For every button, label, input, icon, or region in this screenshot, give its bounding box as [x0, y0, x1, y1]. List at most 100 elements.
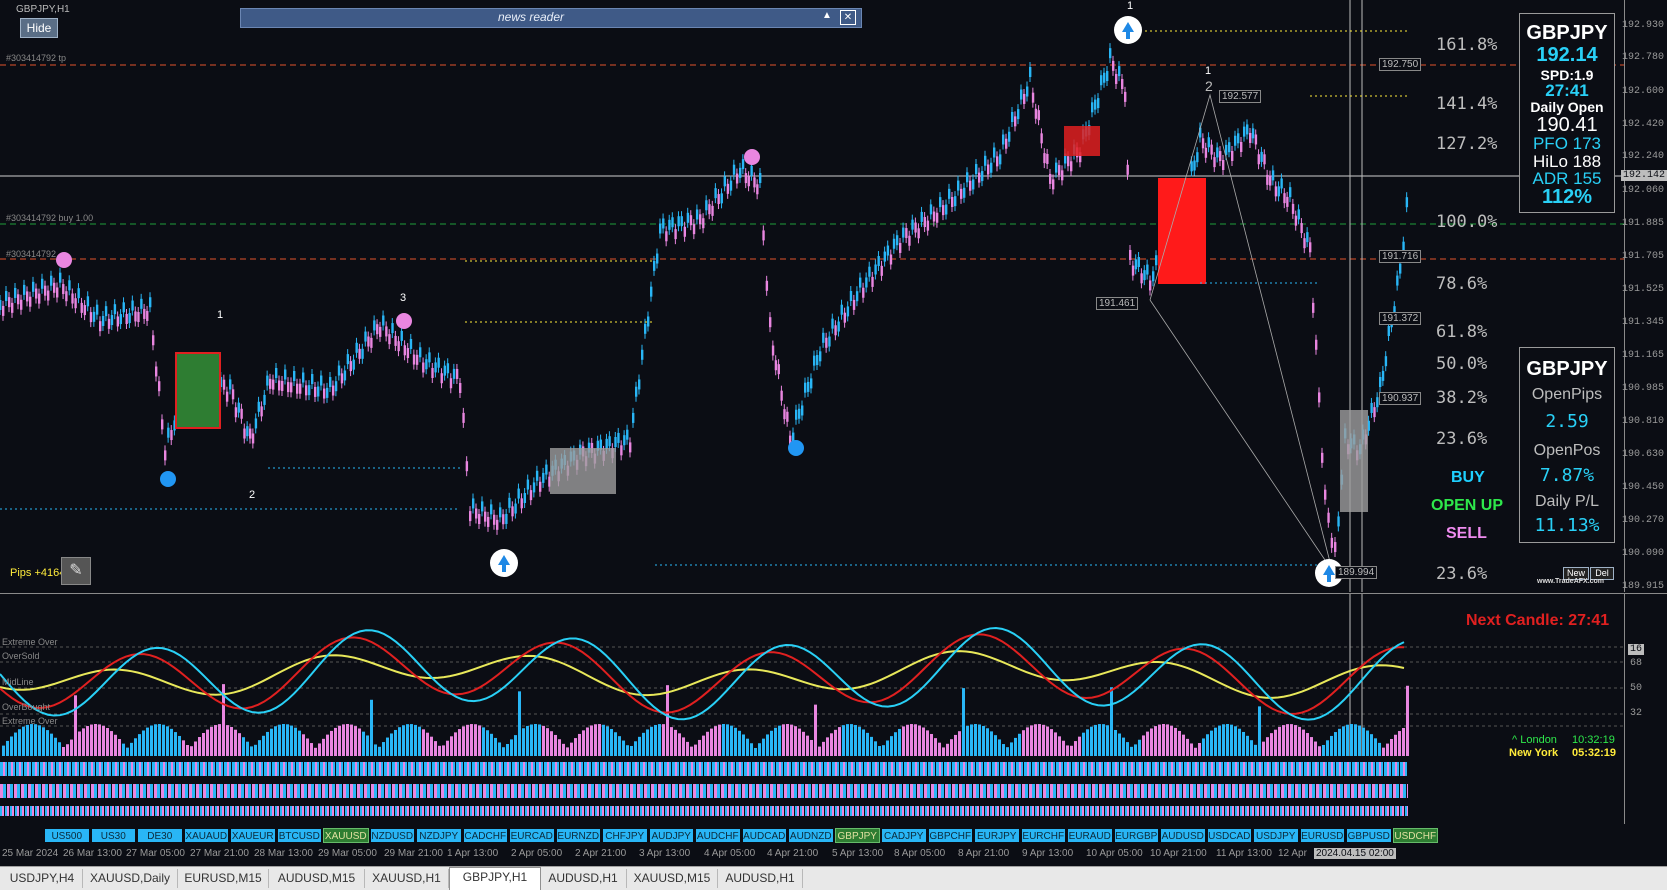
price-axis-label: 190.985 [1621, 383, 1664, 394]
chart-tab[interactable]: GBPJPY,H1 [449, 867, 541, 890]
close-icon[interactable]: ✕ [840, 10, 856, 25]
price-tag: 192.750 [1379, 58, 1422, 71]
symbol-button-euraud[interactable]: EURAUD [1067, 828, 1113, 843]
pos-open-pos-label: OpenPos [1533, 442, 1601, 459]
strength-bar [0, 806, 1408, 816]
price-axis[interactable]: 192.930 192.780 192.600 192.420 192.240 … [1620, 0, 1667, 592]
chart-tabs: USDJPY,H4 XAUUSD,Daily EURUSD,M15 AUDUSD,M1… [0, 866, 1667, 890]
news-reader-bar[interactable]: news reader ▲ ✕ [240, 8, 862, 28]
symbol-button-xauaud[interactable]: XAUAUD [183, 828, 229, 843]
time-label: 25 Mar 2024 [2, 848, 59, 859]
price-axis-label: 191.165 [1621, 350, 1664, 361]
price-tag: 191.372 [1379, 312, 1422, 325]
pos-open-pips-label: OpenPips [1531, 386, 1603, 403]
time-cursor-label: 2024.04.15 02:00 [1314, 848, 1396, 859]
extreme-over2-label: Extreme Over [2, 716, 58, 726]
info-price: 192.14 [1536, 44, 1598, 66]
chart-tab[interactable]: XAUUSD,Daily [83, 869, 178, 888]
symbol-button-xaueur[interactable]: XAUEUR [230, 828, 276, 843]
time-label: 4 Apr 21:00 [767, 848, 819, 859]
fib-level: 50.0% [1436, 354, 1488, 374]
fib-level: 23.6% [1436, 564, 1488, 584]
london-time: 10:32:19 [1572, 734, 1615, 746]
symbol-button-audcad[interactable]: AUDCAD [741, 828, 787, 843]
wave-label: 1 [1127, 0, 1134, 12]
symbol-button-chfjpy[interactable]: CHFJPY [602, 828, 648, 843]
hide-button[interactable]: Hide [20, 18, 58, 38]
symbol-button-gbpusd[interactable]: GBPUSD [1346, 828, 1392, 843]
chart-tab[interactable]: EURUSD,M15 [178, 869, 269, 888]
symbol-switcher: US500 US30 DE30 XAUAUD XAUEUR BTCUSD XAUUSD NZD… [0, 828, 1624, 845]
time-label: 3 Apr 13:00 [639, 848, 691, 859]
symbol-button-audchf[interactable]: AUDCHF [695, 828, 741, 843]
chart-tab[interactable]: XAUUSD,M15 [627, 869, 718, 888]
time-label: 2 Apr 21:00 [575, 848, 627, 859]
price-axis-label: 191.885 [1621, 218, 1664, 229]
pos-daily-pl: 11.13% [1534, 515, 1600, 536]
wave-label: 3 [400, 292, 407, 304]
price-axis-label: 190.810 [1621, 416, 1664, 427]
link-icon[interactable]: ✎ [61, 557, 91, 585]
symbol-button-gbpchf[interactable]: GBPCHF [927, 828, 973, 843]
chart-tab[interactable]: AUDUSD,M15 [269, 869, 365, 888]
fib-level: 78.6% [1436, 274, 1488, 294]
symbol-button-us30[interactable]: US30 [90, 828, 136, 843]
fib-level: 23.6% [1436, 429, 1488, 449]
signal-open-up: OPEN UP [1431, 497, 1504, 514]
symbol-button-btcusd[interactable]: BTCUSD [276, 828, 322, 843]
main-chart[interactable]: #303414792 tp #303414792 buy 1.00 #30341… [0, 0, 1624, 592]
symbol-button-eurcad[interactable]: EURCAD [509, 828, 555, 843]
symbol-button-cadchf[interactable]: CADCHF [462, 828, 508, 843]
time-label: 5 Apr 13:00 [832, 848, 884, 859]
fib-level: 38.2% [1436, 388, 1488, 408]
symbol-button-nzdusd[interactable]: NZDUSD [369, 828, 415, 843]
wave-label: 2 [1205, 78, 1213, 94]
symbol-button-audjpy[interactable]: AUDJPY [648, 828, 694, 843]
strength-bars-panel [0, 756, 1624, 824]
time-label: 12 Apr [1278, 848, 1307, 859]
symbol-button-audusd[interactable]: AUDUSD [1160, 828, 1206, 843]
pos-open-pos: 7.87% [1539, 465, 1595, 486]
oscillator-lines [0, 594, 1624, 756]
current-price-tag: 192.142 [1620, 170, 1667, 181]
tp-order-label: #303414792 tp [6, 53, 67, 63]
oscillator-panel[interactable]: Extreme Over OverSold MidLine OverBought… [0, 593, 1624, 756]
sl-order-label: #303414792 [6, 249, 57, 259]
price-axis-label: 191.705 [1621, 251, 1664, 262]
symbol-button-eurusd[interactable]: EURUSD [1299, 828, 1345, 843]
price-axis-label: 190.090 [1621, 548, 1664, 559]
symbol-button-audnzd[interactable]: AUDNZD [788, 828, 834, 843]
symbol-button-eurnzd[interactable]: EURNZD [555, 828, 601, 843]
symbol-button-usdjpy[interactable]: USDJPY [1253, 828, 1299, 843]
symbol-button-eurgbp[interactable]: EURGBP [1113, 828, 1159, 843]
symbol-button-nzdjpy[interactable]: NZDJPY [416, 828, 462, 843]
collapse-icon[interactable]: ▲ [819, 10, 835, 24]
symbol-button-gbpjpy[interactable]: GBPJPY [834, 828, 880, 843]
time-label: 1 Apr 13:00 [447, 848, 499, 859]
chart-tab[interactable]: USDJPY,H4 [2, 869, 83, 888]
symbol-button-cadjpy[interactable]: CADJPY [881, 828, 927, 843]
signal-sell: SELL [1446, 525, 1487, 542]
symbol-button-eurjpy[interactable]: EURJPY [974, 828, 1020, 843]
price-axis-label: 192.930 [1621, 20, 1664, 31]
price-axis-label: 190.630 [1621, 449, 1664, 460]
price-axis-label: 192.780 [1621, 52, 1664, 63]
time-label: 10 Apr 05:00 [1086, 848, 1143, 859]
chart-tab[interactable]: AUDUSD,H1 [540, 869, 627, 888]
time-label: 9 Apr 13:00 [1022, 848, 1074, 859]
symbol-button-xauusd[interactable]: XAUUSD [323, 828, 369, 843]
time-label: 10 Apr 21:00 [1150, 848, 1207, 859]
price-tag: 190.937 [1379, 392, 1422, 405]
symbol-button-usdcad[interactable]: USDCAD [1206, 828, 1252, 843]
symbol-button-usdchf[interactable]: USDCHF [1392, 828, 1438, 843]
symbol-button-eurchf[interactable]: EURCHF [1020, 828, 1066, 843]
chart-title: GBPJPY,H1 [16, 4, 70, 15]
chart-tab[interactable]: AUDUSD,H1 [718, 869, 803, 888]
symbol-button-us500[interactable]: US500 [44, 828, 90, 843]
watermark: www.TradeAFX.com [1537, 578, 1605, 585]
buy-order-label: #303414792 buy 1.00 [6, 213, 94, 223]
chart-tab[interactable]: XAUUSD,H1 [365, 869, 449, 888]
symbol-button-de30[interactable]: DE30 [137, 828, 183, 843]
price-axis-label: 190.450 [1621, 482, 1664, 493]
wave-label: 2 [249, 489, 256, 501]
